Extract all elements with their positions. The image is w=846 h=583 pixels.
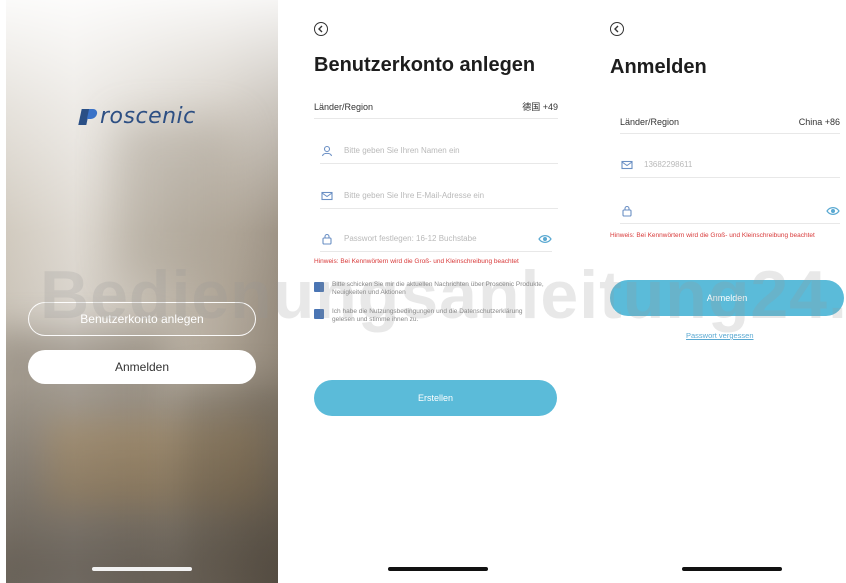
privacy-checkbox[interactable] [314,309,324,319]
home-indicator [388,567,488,571]
back-arrow-icon[interactable] [610,22,624,36]
login-screen: Anmelden Länder/Region China +86 1368229… [590,0,846,583]
register-screen: Benutzerkonto anlegen Länder/Region 德国 +… [296,0,566,583]
logo-text: roscenic [100,104,196,129]
splash-screen: roscenic Benutzerkonto anlegen Anmelden [6,0,278,583]
password-field[interactable]: Passwort festlegen: 16-12 Buchstabe [320,226,552,252]
privacy-option[interactable]: Ich habe die Nutzungsbedingungen und die… [314,308,546,324]
eye-icon[interactable] [538,234,552,244]
privacy-text: Ich habe die Nutzungsbedingungen und die… [332,308,523,323]
user-icon [320,144,334,158]
eye-icon[interactable] [826,206,840,216]
password-hint: Hinweis: Bei Kennwörtern wird die Groß- … [314,258,519,265]
mail-icon [320,189,334,203]
lock-icon [620,204,634,218]
home-indicator [682,567,782,571]
login-submit-button[interactable]: Anmelden [610,280,844,316]
password-field[interactable] [620,198,840,224]
mail-icon [620,158,634,172]
create-account-button[interactable]: Benutzerkonto anlegen [28,302,256,336]
region-label: Länder/Region [314,101,374,112]
newsletter-text: Bitte schicken Sie mir die aktuellen Nac… [332,281,544,296]
proscenic-logo: roscenic [78,104,196,129]
password-input[interactable]: Passwort festlegen: 16-12 Buchstabe [344,234,477,243]
newsletter-option[interactable]: Bitte schicken Sie mir die aktuellen Nac… [314,281,546,297]
newsletter-checkbox[interactable] [314,282,324,292]
logo-mark-icon [78,107,99,127]
create-button[interactable]: Erstellen [314,380,557,416]
lock-icon [320,232,334,246]
region-selector[interactable]: Länder/Region China +86 [620,110,840,134]
login-button[interactable]: Anmelden [28,350,256,384]
region-value: China +86 [798,116,840,127]
page-title: Anmelden [610,56,707,78]
region-selector[interactable]: Länder/Region 德国 +49 [314,95,558,119]
home-indicator [92,567,192,571]
name-input[interactable]: Bitte geben Sie Ihren Namen ein [344,146,460,155]
password-hint: Hinweis: Bei Kennwörtern wird die Groß- … [610,232,815,239]
region-label: Länder/Region [620,116,680,127]
forgot-password-link[interactable]: Passwort vergessen [686,331,754,340]
email-field[interactable]: Bitte geben Sie Ihre E-Mail-Adresse ein [320,183,558,209]
email-input[interactable]: Bitte geben Sie Ihre E-Mail-Adresse ein [344,191,484,200]
region-value: 德国 +49 [522,102,558,112]
back-arrow-icon[interactable] [314,22,328,36]
phone-input[interactable]: 13682298611 [644,160,692,169]
phone-field[interactable]: 13682298611 [620,152,840,178]
page-title: Benutzerkonto anlegen [314,54,536,76]
name-field[interactable]: Bitte geben Sie Ihren Namen ein [320,138,558,164]
